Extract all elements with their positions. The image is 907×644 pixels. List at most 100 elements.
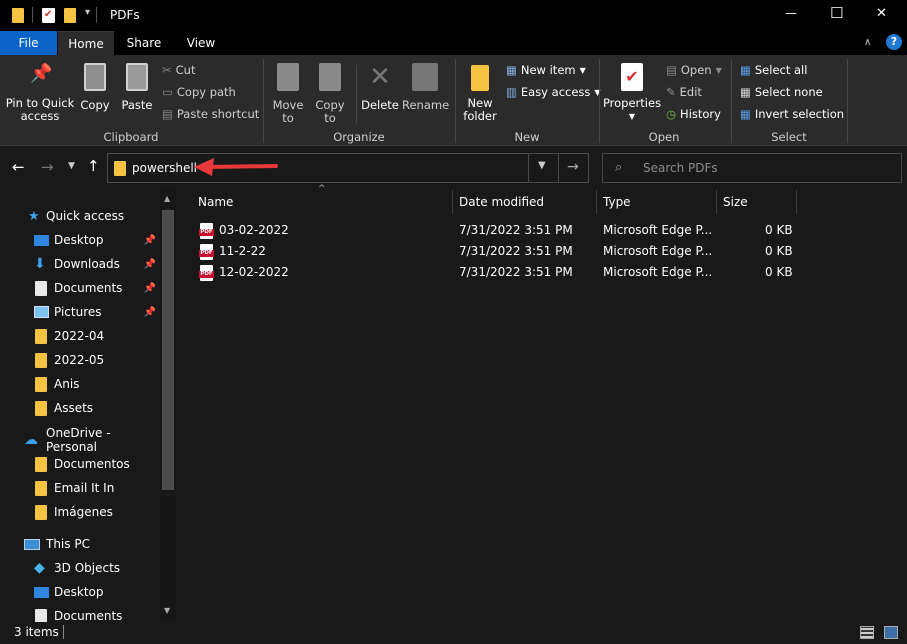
- help-icon[interactable]: ?: [886, 34, 902, 50]
- recent-locations-icon[interactable]: ▼: [68, 161, 75, 171]
- tab-share[interactable]: Share: [118, 31, 170, 55]
- nav-scrollbar[interactable]: ▲ ▼: [160, 190, 176, 622]
- search-box[interactable]: ⌕ Search PDFs: [602, 153, 902, 183]
- nav-item-2022-05[interactable]: 2022-05: [0, 348, 160, 372]
- easy-access-button[interactable]: ▥ Easy access ▼: [506, 85, 601, 99]
- file-name: 12-02-2022: [219, 265, 289, 279]
- nav-item-3d-objects[interactable]: ◆ 3D Objects: [0, 556, 160, 580]
- folder-icon: [35, 352, 47, 368]
- new-item-button[interactable]: ▦ New item ▼: [506, 63, 586, 77]
- scroll-down-icon[interactable]: ▼: [164, 606, 170, 615]
- pin-icon: 📌: [143, 258, 156, 270]
- column-header-type[interactable]: Type: [597, 190, 717, 214]
- pin-to-quick-access-button[interactable]: 📌 Pin to Quick access: [4, 65, 76, 123]
- nav-item-imagenes[interactable]: Imágenes: [0, 500, 160, 524]
- history-button[interactable]: ◷ History: [666, 107, 721, 121]
- nav-item-anis[interactable]: Anis: [0, 372, 160, 396]
- new-folder-quick-icon[interactable]: [64, 8, 76, 23]
- open-button[interactable]: ▤ Open ▼: [666, 63, 722, 77]
- open-icon: ▤: [666, 63, 677, 77]
- search-placeholder: Search PDFs: [643, 161, 718, 175]
- nav-item-downloads[interactable]: ⬇ Downloads 📌: [0, 252, 160, 276]
- delete-button[interactable]: ✕ Delete: [360, 63, 400, 112]
- new-folder-button[interactable]: New folder: [460, 65, 500, 123]
- close-button[interactable]: ✕: [876, 6, 887, 21]
- maximize-button[interactable]: ☐: [830, 4, 843, 22]
- copy-to-button[interactable]: Copy to: [310, 63, 350, 125]
- file-date: 7/31/2022 3:51 PM: [459, 244, 573, 258]
- item-count: 3 items: [14, 625, 59, 639]
- paste-button[interactable]: Paste: [118, 63, 156, 112]
- table-row[interactable]: 12-02-2022 7/31/2022 3:51 PM Microsoft E…: [194, 262, 794, 283]
- select-none-icon: ▦: [740, 85, 751, 99]
- scroll-up-icon[interactable]: ▲: [164, 194, 170, 203]
- invert-selection-button[interactable]: ▦ Invert selection: [740, 107, 844, 121]
- nav-onedrive[interactable]: ☁ OneDrive - Personal: [0, 426, 160, 454]
- nav-item-documents[interactable]: Documents 📌: [0, 276, 160, 300]
- back-arrow-icon[interactable]: ←: [12, 158, 25, 176]
- forward-arrow-icon[interactable]: →: [41, 158, 54, 176]
- file-type: Microsoft Edge P...: [603, 265, 713, 279]
- desktop-icon: [34, 586, 49, 598]
- rename-button[interactable]: Rename: [402, 63, 449, 112]
- nav-this-pc[interactable]: This PC: [0, 532, 160, 556]
- cut-button[interactable]: ✂ Cut: [162, 63, 195, 77]
- customize-toolbar-icon[interactable]: ▾: [85, 7, 90, 18]
- minimize-button[interactable]: —: [785, 6, 797, 20]
- nav-item-email-it-in[interactable]: Email It In: [0, 476, 160, 500]
- copy-path-button[interactable]: ▭ Copy path: [162, 85, 236, 99]
- nav-quick-access[interactable]: ★ Quick access: [0, 204, 160, 228]
- folder-icon: [114, 161, 126, 176]
- nav-item-desktop[interactable]: Desktop 📌: [0, 228, 160, 252]
- nav-item-pc-desktop[interactable]: Desktop: [0, 580, 160, 604]
- edit-button[interactable]: ✎ Edit: [666, 85, 702, 99]
- new-folder-icon: [471, 65, 489, 91]
- table-row[interactable]: 03-02-2022 7/31/2022 3:51 PM Microsoft E…: [194, 220, 794, 241]
- file-type: Microsoft Edge P...: [603, 244, 713, 258]
- scrollbar-thumb[interactable]: [162, 210, 174, 490]
- nav-item-pictures[interactable]: Pictures 📌: [0, 300, 160, 324]
- paste-icon: [126, 63, 148, 91]
- select-group-label: Select: [771, 130, 807, 144]
- open-group-label: Open: [648, 130, 680, 144]
- properties-quick-icon[interactable]: ✔: [42, 8, 55, 23]
- nav-item-documentos[interactable]: Documentos: [0, 452, 160, 476]
- move-to-icon: [277, 63, 299, 91]
- collapse-ribbon-icon[interactable]: ∧: [864, 37, 871, 48]
- document-icon: [35, 608, 47, 622]
- address-dropdown-icon[interactable]: ▼: [538, 160, 546, 171]
- nav-item-pc-documents[interactable]: Documents: [0, 604, 160, 622]
- move-to-button[interactable]: Move to: [268, 63, 308, 125]
- file-name: 03-02-2022: [219, 223, 289, 237]
- table-row[interactable]: 11-2-22 7/31/2022 3:51 PM Microsoft Edge…: [194, 241, 794, 262]
- annotation-arrow-icon: [194, 158, 278, 176]
- title-bar: ✔ ▾ PDFs — ☐ ✕: [0, 0, 907, 31]
- rename-icon: [412, 63, 438, 91]
- tab-home[interactable]: Home: [58, 31, 114, 55]
- tab-view[interactable]: View: [174, 31, 228, 55]
- tab-file[interactable]: File: [0, 31, 57, 55]
- column-header-size[interactable]: Size: [717, 190, 797, 214]
- select-all-icon: ▦: [740, 63, 751, 77]
- invert-selection-icon: ▦: [740, 107, 751, 121]
- nav-item-assets[interactable]: Assets: [0, 396, 160, 420]
- paste-shortcut-icon: ▤: [162, 107, 173, 121]
- go-arrow-icon[interactable]: →: [567, 159, 579, 175]
- computer-icon: [24, 538, 40, 550]
- history-icon: ◷: [666, 107, 677, 121]
- select-none-button[interactable]: ▦ Select none: [740, 85, 823, 99]
- copy-button[interactable]: Copy: [78, 63, 112, 112]
- address-bar[interactable]: powershell ▼ →: [107, 153, 589, 183]
- address-path[interactable]: powershell: [132, 161, 197, 175]
- properties-button[interactable]: ✔ Properties ▼: [602, 63, 662, 123]
- pin-icon: 📌: [143, 282, 156, 294]
- paste-shortcut-button[interactable]: ▤ Paste shortcut: [162, 107, 259, 121]
- easy-access-icon: ▥: [506, 85, 517, 99]
- column-header-date-modified[interactable]: Date modified: [453, 190, 597, 214]
- select-all-button[interactable]: ▦ Select all: [740, 63, 807, 77]
- nav-item-2022-04[interactable]: 2022-04: [0, 324, 160, 348]
- details-view-icon[interactable]: [860, 626, 874, 639]
- column-header-name[interactable]: Name: [192, 190, 453, 214]
- large-icons-view-icon[interactable]: [884, 626, 898, 639]
- up-arrow-icon[interactable]: ↑: [87, 157, 100, 175]
